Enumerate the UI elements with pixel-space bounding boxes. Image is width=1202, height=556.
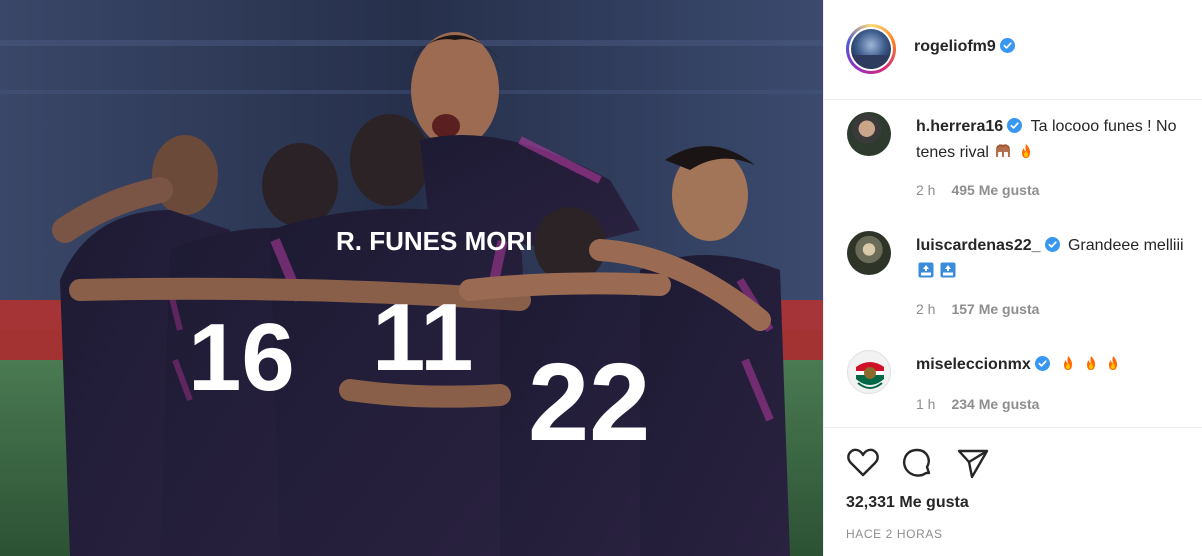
post-timestamp[interactable]: HACE 2 HORAS (846, 527, 943, 541)
fire-emoji (1021, 144, 1030, 158)
commenter-username[interactable]: h.herrera16 (916, 118, 1003, 135)
comment-body: luiscardenas22_ Grandeee melliii (916, 233, 1186, 285)
comment-likes[interactable]: 157 Me gusta (951, 301, 1039, 317)
commenter-avatar[interactable] (847, 112, 891, 156)
jersey-number-22: 22 (528, 341, 650, 464)
mexico-crest-icon (856, 362, 884, 389)
jersey-name-text: R. FUNES MORI (336, 226, 532, 256)
verified-badge-icon (1007, 118, 1023, 133)
comment-likes[interactable]: 495 Me gusta (951, 182, 1039, 198)
share-icon[interactable] (956, 446, 990, 480)
comment-meta: 1 h 234 Me gusta (916, 396, 1039, 412)
post-footer: 32,331 Me gusta HACE 2 HORAS (824, 427, 1202, 556)
post-side-panel: rogeliofm9 h.herrera16 Ta locooo funes !… (823, 0, 1202, 556)
jersey-number-11: 11 (372, 284, 473, 391)
comment-time: 2 h (916, 301, 936, 317)
heart-icon[interactable] (846, 446, 880, 480)
instagram-post: R. FUNES MORI 11 16 22 rogeliofm9 h.herr… (0, 0, 1202, 556)
verified-badge-icon (1034, 356, 1050, 371)
comment-text: Grandeee melliii (1067, 237, 1184, 254)
hands-raised-emoji (996, 144, 1011, 157)
commenter-avatar[interactable] (847, 231, 891, 275)
fire-emoji (1109, 356, 1118, 370)
comment-meta: 2 h 495 Me gusta (916, 182, 1039, 198)
fire-emoji (1086, 356, 1095, 370)
owner-avatar[interactable] (846, 24, 896, 74)
owner-username[interactable]: rogeliofm9 (914, 38, 996, 55)
comment-time: 1 h (916, 396, 936, 412)
post-photo[interactable]: R. FUNES MORI 11 16 22 (0, 0, 823, 556)
top-arrow-emoji (940, 262, 956, 278)
comment-meta: 2 h 157 Me gusta (916, 301, 1039, 317)
verified-badge-icon (1044, 237, 1060, 252)
comment-body: miseleccionmx (916, 352, 1186, 378)
owner-username-row: rogeliofm9 (914, 38, 1015, 56)
jersey-number-16: 16 (188, 304, 295, 411)
likes-count[interactable]: 32,331 Me gusta (846, 494, 969, 512)
comment-time: 2 h (916, 182, 936, 198)
comment-icon[interactable] (900, 446, 934, 480)
commenter-avatar[interactable] (847, 350, 891, 394)
fire-emoji (1064, 356, 1073, 370)
post-header: rogeliofm9 (824, 0, 1202, 100)
commenter-username[interactable]: luiscardenas22_ (916, 237, 1041, 254)
comment-body: h.herrera16 Ta locooo funes ! No tenes r… (916, 114, 1186, 166)
team-celebration-photo: R. FUNES MORI 11 16 22 (0, 0, 823, 556)
top-arrow-emoji (918, 262, 934, 278)
commenter-username[interactable]: miseleccionmx (916, 356, 1031, 373)
comment-likes[interactable]: 234 Me gusta (951, 396, 1039, 412)
verified-badge-icon (999, 38, 1015, 53)
